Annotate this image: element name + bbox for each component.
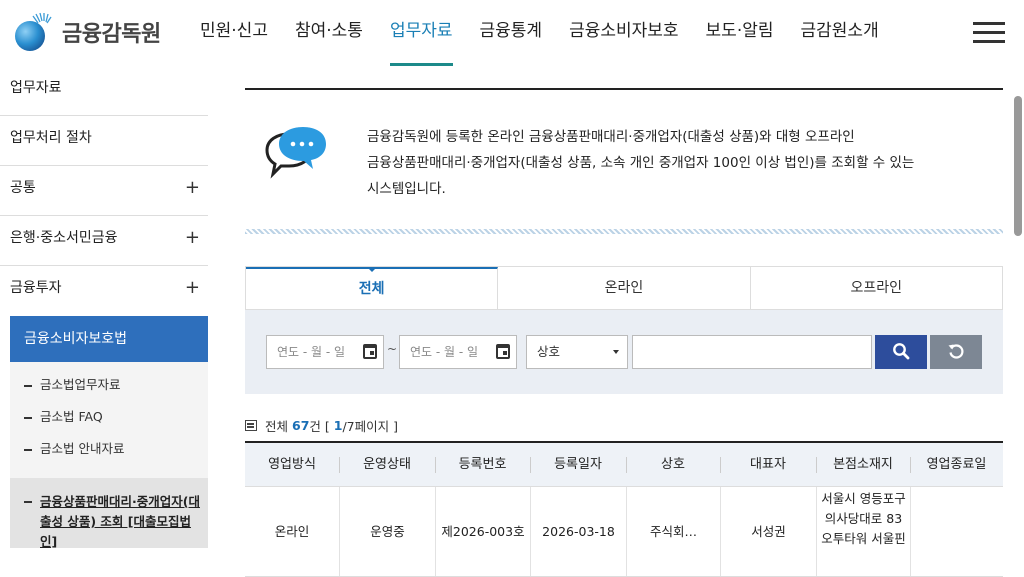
table-cell: 운영중 [339,487,435,576]
nav-item-press[interactable]: 보도·알림 [706,0,774,66]
search-type-select[interactable]: 상호 [526,335,628,369]
sidebar-item-consumer-law-active[interactable]: 금융소비자보호법 [10,316,208,362]
logo[interactable]: 금융감독원 [10,10,161,54]
sidebar-submenu: 금소법업무자료 금소법 FAQ 금소법 안내자료 [10,362,208,478]
table-cell: 제2026-003호 [435,487,530,576]
table-cell [910,487,1003,576]
column-header: 본점소재지 [816,443,910,486]
logo-text: 금융감독원 [62,22,161,47]
column-header: 등록일자 [530,443,626,486]
sidebar-item-procedure[interactable]: 업무처리 절차 [0,116,208,166]
intro-line: 금융상품판매대리·중개업자(대출성 상품, 소속 개인 중개업자 100인 이상… [367,155,915,171]
nav-item-complaints[interactable]: 민원·신고 [200,0,268,66]
caret-down-icon [366,267,377,272]
sidebar-item-label: 공통 [10,180,36,196]
tab-all[interactable]: 전체 [246,267,499,309]
tab-bar: 전체 온라인 오프라인 [245,266,1003,310]
result-count: 전체 67 건 [ 1/7페이지 ] [245,416,398,435]
sidebar-item-label: 업무처리 절차 [10,130,92,146]
sidebar: 업무자료 업무처리 절차 공통 + 은행·중소서민금융 + 금융투자 + 금융소… [0,66,210,549]
plus-icon[interactable]: + [185,216,200,260]
sidebar-item-label: 업무자료 [10,80,62,96]
logo-globe-icon [10,10,54,54]
divider-stripe [245,229,1003,234]
column-header: 상호 [626,443,720,486]
dash-icon [24,501,32,503]
sidebar-item-label: 은행·중소서민금융 [10,230,118,246]
tab-online[interactable]: 온라인 [498,267,751,309]
company-name-link[interactable]: 주식회… [626,487,720,576]
sidebar-sub-item-materials[interactable]: 금소법업무자료 [24,374,208,406]
sidebar-item-investment[interactable]: 금융투자 + [0,266,208,316]
chat-bubble-icon [259,124,329,184]
table-cell: 온라인 [274,523,310,539]
date-to-input[interactable]: 연도 - 월 - 일 [399,335,517,369]
dropdown-arrow-icon [613,350,619,354]
nav-item-consumer-protection[interactable]: 금융소비자보호 [569,0,678,66]
sidebar-item-common[interactable]: 공통 + [0,166,208,216]
column-header: 등록번호 [435,443,530,486]
table-cell: 서울시 영등포구 의사당대로 83 오투타워 서울핀 [816,487,910,576]
sidebar-sub-item-faq[interactable]: 금소법 FAQ [24,406,208,438]
column-header: 운영상태 [339,443,435,486]
date-range-separator: ~ [387,342,398,356]
table-row[interactable]: 온라인 운영중 제2026-003호 2026-03-18 주식회… 서성권 서… [245,487,1003,577]
plus-icon[interactable]: + [185,266,200,310]
search-button[interactable] [875,335,927,369]
table-cell: 2026-03-18 [530,487,626,576]
dash-icon [24,416,32,419]
nav-item-statistics[interactable]: 금융통계 [480,0,543,66]
intro-line: 시스템입니다. [367,181,446,197]
table-cell: 서성권 [720,487,816,576]
sidebar-sub-item-label: 금융상품판매대리·중개업자(대출성 상품) 조회 [대출모집법인] [40,494,200,549]
refresh-icon [948,343,964,359]
calendar-icon[interactable] [363,344,377,359]
sidebar-item-label: 금융투자 [10,280,62,296]
results-table: 영업방식 운영상태 등록번호 등록일자 상호 대표자 본점소재지 영업종료일 온… [245,441,1003,577]
list-icon [245,420,257,431]
nav-item-about[interactable]: 금감원소개 [801,0,879,66]
date-from-input[interactable]: 연도 - 월 - 일 [266,335,384,369]
plus-icon[interactable]: + [185,166,200,210]
dash-icon [24,448,32,451]
table-header: 영업방식 운영상태 등록번호 등록일자 상호 대표자 본점소재지 영업종료일 [245,443,1003,487]
column-header: 대표자 [720,443,816,486]
column-header: 영업종료일 [910,443,1003,486]
keyword-input[interactable] [632,335,872,369]
intro-box: 금융감독원에 등록한 온라인 금융상품판매대리·중개업자(대출성 상품)와 대형… [245,90,1003,230]
intro-text: 금융감독원에 등록한 온라인 금융상품판매대리·중개업자(대출성 상품)와 대형… [367,124,987,202]
sidebar-item-bank[interactable]: 은행·중소서민금융 + [0,216,208,266]
sidebar-item-work-materials[interactable]: 업무자료 [0,66,208,116]
nav-item-participation[interactable]: 참여·소통 [295,0,363,66]
reset-button[interactable] [930,335,982,369]
column-header: 영업방식 [268,457,316,472]
search-panel: 연도 - 월 - 일 ~ 연도 - 월 - 일 상호 [245,310,1003,394]
dash-icon [24,384,32,387]
site-header: 금융감독원 민원·신고 참여·소통 업무자료 금융통계 금융소비자보호 보도·알… [0,0,1024,66]
search-icon [893,342,910,359]
tab-offline[interactable]: 오프라인 [750,267,1002,309]
menu-icon[interactable] [973,22,1005,44]
scrollbar[interactable] [1014,96,1022,236]
intro-line: 금융감독원에 등록한 온라인 금융상품판매대리·중개업자(대출성 상품)와 대형… [367,129,855,145]
main-nav: 민원·신고 참여·소통 업무자료 금융통계 금융소비자보호 보도·알림 금감원소… [200,0,906,66]
calendar-icon[interactable] [496,344,510,359]
nav-item-work-materials[interactable]: 업무자료 [389,0,453,66]
sidebar-sub-item-guide[interactable]: 금소법 안내자료 [24,438,208,470]
